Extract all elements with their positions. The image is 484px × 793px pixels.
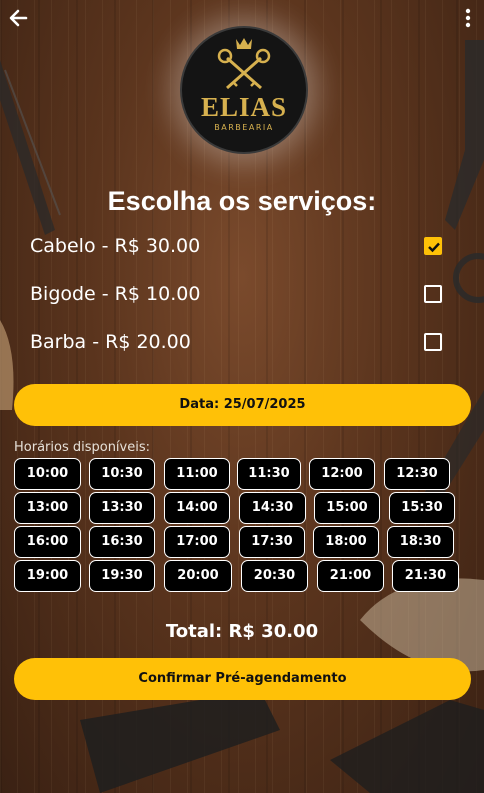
page-title: Escolha os serviços: (107, 186, 377, 216)
time-slot[interactable]: 19:00 (14, 560, 81, 592)
time-slot[interactable]: 11:00 (164, 458, 230, 490)
time-slot[interactable]: 13:30 (89, 492, 155, 524)
time-slot[interactable]: 17:00 (164, 526, 230, 558)
time-slot[interactable]: 16:00 (14, 526, 81, 558)
time-slot[interactable]: 20:30 (241, 560, 308, 592)
time-slot[interactable]: 14:00 (164, 492, 230, 524)
time-slot[interactable]: 16:30 (89, 526, 155, 558)
comb-background-icon-2 (330, 700, 484, 793)
time-slot[interactable]: 19:30 (89, 560, 155, 592)
crown-keys-icon (217, 38, 271, 90)
comb-background-icon (80, 690, 280, 793)
time-slot[interactable]: 10:30 (89, 458, 155, 490)
service-item-barba[interactable]: Barba - R$ 20.00 (30, 329, 442, 359)
total-price: Total: R$ 30.00 (165, 621, 319, 642)
service-label: Bigode - R$ 10.00 (30, 283, 201, 305)
service-checkbox-bigode[interactable] (424, 285, 442, 303)
time-slot[interactable]: 15:00 (314, 492, 380, 524)
more-vertical-icon (465, 8, 471, 28)
more-menu-button[interactable] (458, 5, 478, 31)
time-slot[interactable]: 10:00 (14, 458, 81, 490)
date-button[interactable]: Data: 25/07/2025 (14, 384, 471, 426)
time-slot[interactable]: 13:00 (14, 492, 81, 524)
time-slot[interactable]: 17:30 (239, 526, 305, 558)
logo-name: ELIAS (200, 92, 288, 122)
scissors-ring-icon (453, 253, 484, 303)
service-checkbox-cabelo[interactable] (424, 237, 442, 255)
barbershop-logo: ELIAS BARBEARIA (180, 26, 308, 154)
slots-label: Horários disponíveis: (14, 440, 151, 455)
time-slot[interactable]: 18:30 (387, 526, 454, 558)
logo-subtitle: BARBEARIA (214, 123, 274, 132)
time-slot[interactable]: 15:30 (389, 492, 455, 524)
service-item-cabelo[interactable]: Cabelo - R$ 30.00 (30, 233, 442, 263)
arrow-left-icon (9, 9, 28, 27)
service-label: Barba - R$ 20.00 (30, 331, 191, 353)
check-icon (428, 242, 440, 253)
service-item-bigode[interactable]: Bigode - R$ 10.00 (30, 281, 442, 311)
time-slot[interactable]: 20:00 (164, 560, 232, 592)
confirm-booking-button[interactable]: Confirmar Pré-agendamento (14, 658, 471, 700)
time-slot[interactable]: 18:00 (313, 526, 379, 558)
time-slot[interactable]: 21:00 (317, 560, 384, 592)
time-slot[interactable]: 12:00 (309, 458, 375, 490)
service-label: Cabelo - R$ 30.00 (30, 235, 201, 257)
time-slot[interactable]: 11:30 (237, 458, 301, 490)
service-checkbox-barba[interactable] (424, 333, 442, 351)
time-slot[interactable]: 14:30 (239, 492, 306, 524)
time-slot[interactable]: 21:30 (392, 560, 459, 592)
time-slot[interactable]: 12:30 (384, 458, 450, 490)
back-button[interactable] (6, 5, 32, 31)
